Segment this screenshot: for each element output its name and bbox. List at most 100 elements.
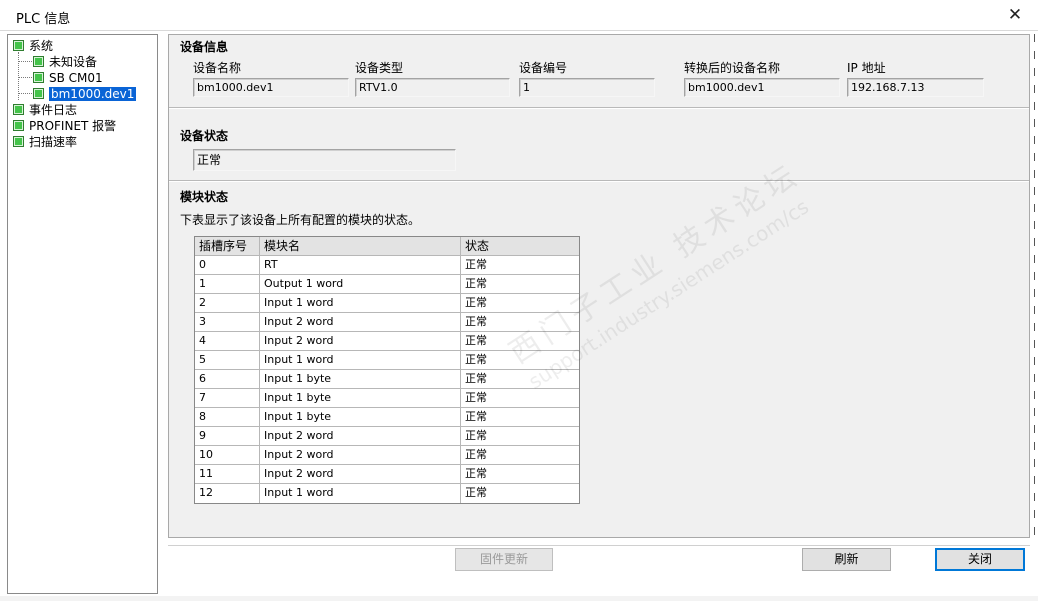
ip-address-field[interactable]: 192.168.7.13	[847, 78, 984, 97]
slot-cell: 9	[195, 427, 260, 445]
edge-mark	[1034, 85, 1038, 93]
detail-panel: 设备信息 设备名称 bm1000.dev1 设备类型 RTV1.0 设备编号 1…	[168, 34, 1030, 538]
module-name-cell: Input 2 word	[260, 332, 461, 350]
tree-item-unknown-device[interactable]: 未知设备	[33, 54, 97, 70]
section-divider	[169, 107, 1029, 109]
tree-item-bm1000-dev1[interactable]: bm1000.dev1	[33, 86, 137, 102]
status-cell: 正常	[465, 296, 487, 309]
column-header-slot[interactable]: 插槽序号	[195, 237, 260, 255]
footer-divider	[168, 545, 1030, 546]
title-bar: PLC 信息 ✕	[0, 0, 1038, 31]
device-status-title: 设备状态	[180, 129, 229, 143]
module-status-description: 下表显示了该设备上所有配置的模块的状态。	[180, 213, 421, 227]
device-number-field[interactable]: 1	[519, 78, 655, 97]
converted-name-label: 转换后的设备名称	[684, 61, 781, 75]
table-row[interactable]: 0 RT 正常	[195, 256, 579, 275]
status-cell: 正常	[465, 277, 487, 290]
edge-mark	[1034, 340, 1038, 348]
table-row[interactable]: 6 Input 1 byte 正常	[195, 370, 579, 389]
tree-connector	[18, 93, 32, 94]
status-ok-icon	[13, 104, 24, 115]
tree-item-label: 扫描速率	[29, 135, 78, 149]
edge-mark	[1034, 391, 1038, 399]
column-header-status[interactable]: 状态	[461, 237, 579, 255]
status-cell: 正常	[465, 410, 487, 423]
window-bottom-edge	[0, 596, 1038, 601]
table-row[interactable]: 5 Input 1 word 正常	[195, 351, 579, 370]
table-row[interactable]: 8 Input 1 byte 正常	[195, 408, 579, 427]
slot-cell: 2	[195, 294, 260, 312]
module-name-cell: Input 2 word	[260, 446, 461, 464]
edge-mark	[1034, 204, 1038, 212]
table-row[interactable]: 1 Output 1 word 正常	[195, 275, 579, 294]
edge-mark	[1034, 459, 1038, 467]
tree-item-event-log[interactable]: 事件日志	[13, 102, 77, 118]
tree-item-scan-rate[interactable]: 扫描速率	[13, 134, 77, 150]
module-name-cell: Input 1 word	[260, 294, 461, 312]
status-ok-icon	[33, 56, 44, 67]
status-cell: 正常	[465, 334, 487, 347]
edge-mark	[1034, 102, 1038, 110]
slot-cell: 11	[195, 465, 260, 483]
edge-mark	[1034, 493, 1038, 501]
close-icon[interactable]: ✕	[1005, 4, 1025, 26]
slot-cell: 8	[195, 408, 260, 426]
tree-connector	[18, 77, 32, 78]
device-status-field[interactable]: 正常	[193, 149, 456, 171]
module-name-cell: Input 1 word	[260, 484, 461, 503]
tree-item-sb-cm01[interactable]: SB CM01	[33, 70, 103, 86]
table-row[interactable]: 9 Input 2 word 正常	[195, 427, 579, 446]
table-row[interactable]: 2 Input 1 word 正常	[195, 294, 579, 313]
edge-mark	[1034, 425, 1038, 433]
firmware-update-button[interactable]: 固件更新	[455, 548, 553, 571]
edge-mark	[1034, 408, 1038, 416]
edge-mark	[1034, 34, 1038, 42]
module-name-cell: Input 1 byte	[260, 389, 461, 407]
slot-cell: 12	[195, 484, 260, 503]
device-name-label: 设备名称	[193, 61, 242, 75]
tree-connector	[18, 61, 32, 62]
module-name-cell: Output 1 word	[260, 275, 461, 293]
slot-cell: 3	[195, 313, 260, 331]
module-status-title: 模块状态	[180, 190, 229, 204]
ip-address-label: IP 地址	[847, 61, 886, 75]
device-name-field[interactable]: bm1000.dev1	[193, 78, 349, 97]
module-table[interactable]: 插槽序号 模块名 状态 0 RT 正常 1 Output 1 word 正常 2…	[194, 236, 580, 504]
device-type-field[interactable]: RTV1.0	[355, 78, 510, 97]
table-row[interactable]: 12 Input 1 word 正常	[195, 484, 579, 503]
edge-mark	[1034, 187, 1038, 195]
status-cell: 正常	[465, 467, 487, 480]
tree-item-profinet-alarm[interactable]: PROFINET 报警	[13, 118, 116, 134]
close-button[interactable]: 关闭	[935, 548, 1025, 571]
status-ok-icon	[13, 136, 24, 147]
status-cell: 正常	[465, 391, 487, 404]
table-row[interactable]: 11 Input 2 word 正常	[195, 465, 579, 484]
edge-mark	[1034, 306, 1038, 314]
table-row[interactable]: 7 Input 1 byte 正常	[195, 389, 579, 408]
edge-mark	[1034, 272, 1038, 280]
edge-mark	[1034, 357, 1038, 365]
edge-mark	[1034, 476, 1038, 484]
slot-cell: 0	[195, 256, 260, 274]
refresh-button[interactable]: 刷新	[802, 548, 891, 571]
edge-mark	[1034, 221, 1038, 229]
status-cell: 正常	[465, 429, 487, 442]
navigation-tree[interactable]: 系统 未知设备 SB CM01 bm1000.dev1 事件日志 PROFINE…	[7, 34, 158, 594]
edge-mark	[1034, 170, 1038, 178]
status-cell: 正常	[465, 486, 487, 499]
status-cell: 正常	[465, 372, 487, 385]
edge-mark	[1034, 51, 1038, 59]
edge-mark	[1034, 289, 1038, 297]
module-name-cell: Input 2 word	[260, 313, 461, 331]
column-header-module-name[interactable]: 模块名	[260, 237, 461, 255]
tree-item-system[interactable]: 系统	[13, 38, 53, 54]
table-row[interactable]: 4 Input 2 word 正常	[195, 332, 579, 351]
module-name-cell: RT	[260, 256, 461, 274]
table-row[interactable]: 10 Input 2 word 正常	[195, 446, 579, 465]
table-row[interactable]: 3 Input 2 word 正常	[195, 313, 579, 332]
status-ok-icon	[13, 120, 24, 131]
module-name-cell: Input 1 byte	[260, 408, 461, 426]
converted-name-field[interactable]: bm1000.dev1	[684, 78, 840, 97]
edge-mark	[1034, 136, 1038, 144]
edge-mark	[1034, 442, 1038, 450]
